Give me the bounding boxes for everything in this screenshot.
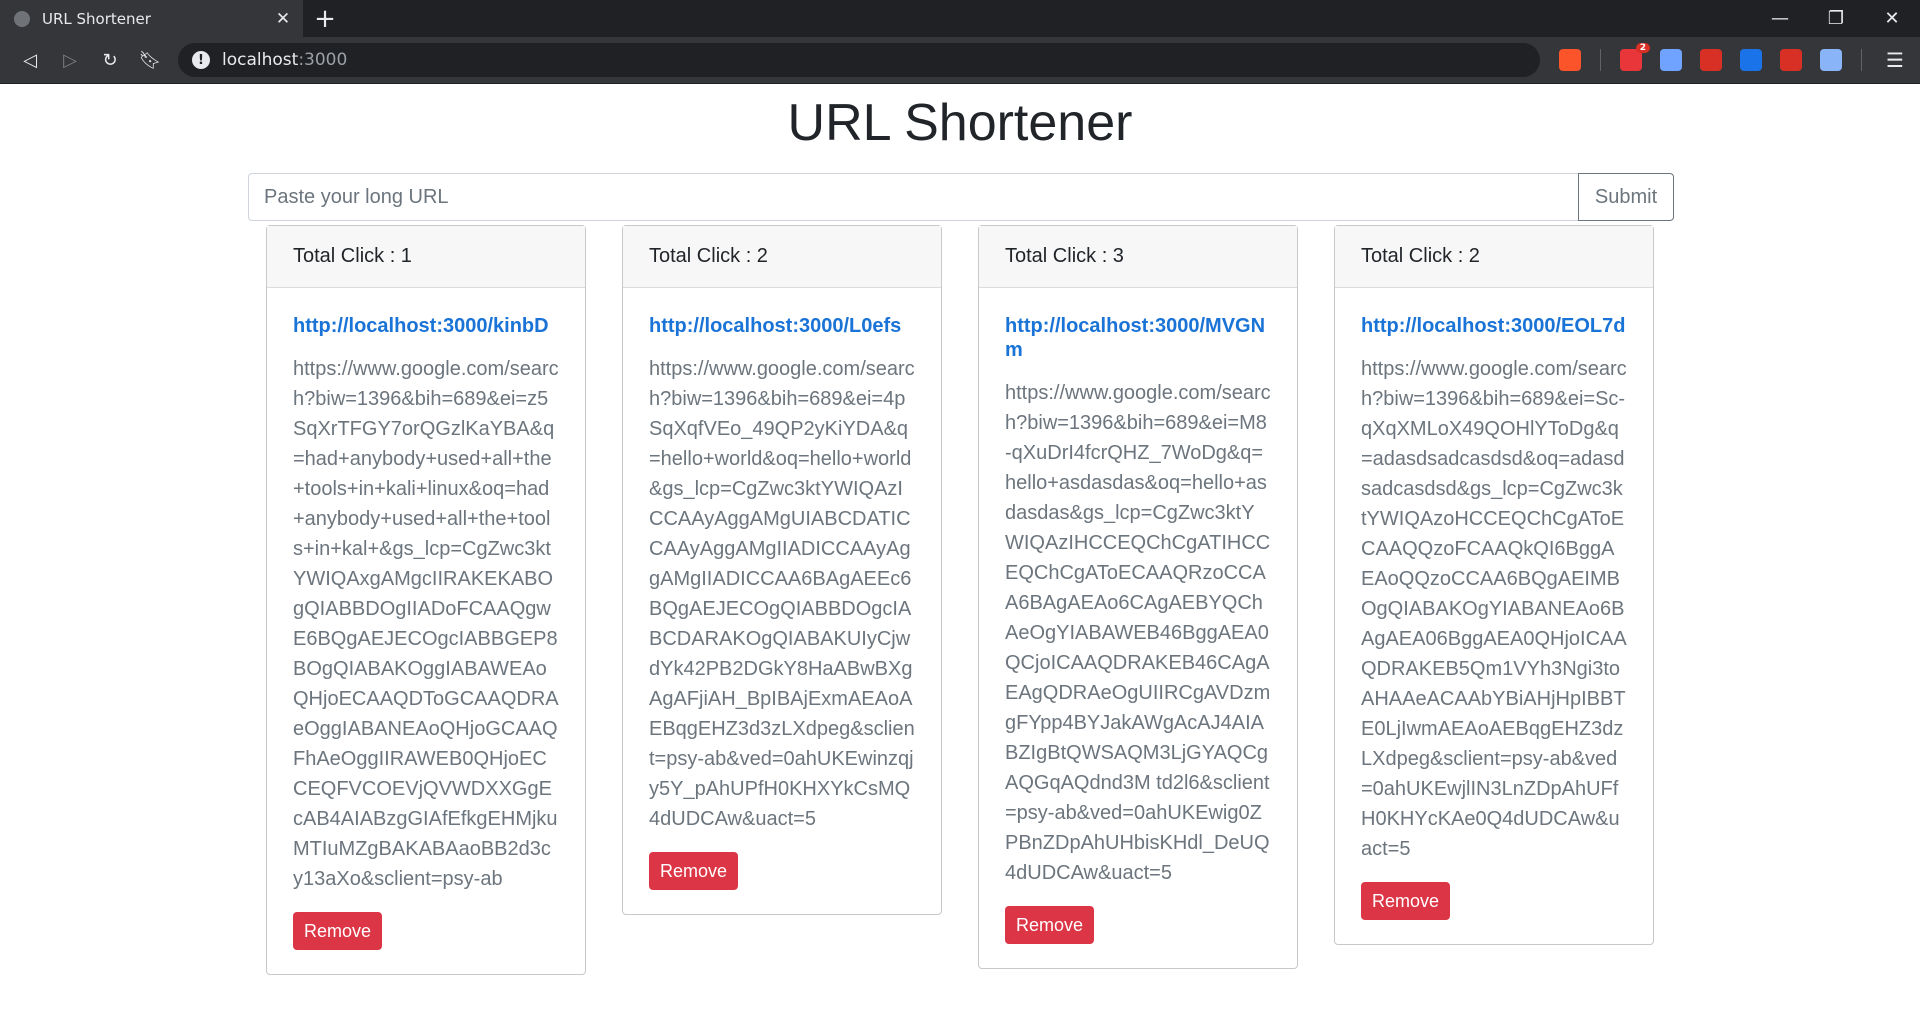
new-tab-button[interactable]: + [307, 0, 343, 37]
brave-rewards-icon[interactable]: 2 [1620, 43, 1650, 71]
info-icon[interactable]: ! [192, 51, 210, 69]
adblock-icon[interactable] [1780, 49, 1802, 71]
bookmark-icon[interactable]: 🔖︎ [130, 40, 170, 80]
short-url-link[interactable]: http://localhost:3000/EOL7d [1361, 314, 1627, 338]
remove-button[interactable]: Remove [293, 912, 383, 950]
card-body: http://localhost:3000/EOL7d https://www.… [1335, 288, 1653, 944]
window-controls: — ❐ ✕ [1752, 0, 1920, 37]
brave-icon[interactable] [1559, 49, 1581, 71]
submit-button[interactable]: Submit [1578, 173, 1674, 221]
card-body: http://localhost:3000/kinbD https://www.… [267, 288, 585, 974]
card-header: Total Click : 2 [623, 226, 941, 288]
minimize-icon[interactable]: — [1752, 0, 1808, 37]
url-card: Total Click : 3 http://localhost:3000/MV… [978, 225, 1298, 969]
browser-tabbar: URL Shortener ✕ + — ❐ ✕ [0, 0, 1920, 37]
extension-badge: 2 [1635, 43, 1650, 53]
globe-icon [14, 10, 30, 27]
menu-icon[interactable]: ☰ [1880, 45, 1910, 75]
toolbar-separator [1861, 49, 1862, 71]
address-bar[interactable]: ! localhost:3000 [178, 43, 1540, 77]
page-content: URL Shortener Submit Total Click : 1 htt… [0, 87, 1920, 1030]
short-url-link[interactable]: http://localhost:3000/kinbD [293, 314, 559, 338]
url-card: Total Click : 2 http://localhost:3000/L0… [622, 225, 942, 915]
card-header: Total Click : 3 [979, 226, 1297, 288]
forward-icon[interactable]: ▷ [50, 40, 90, 80]
s-extension-icon[interactable] [1740, 49, 1762, 71]
card-body: http://localhost:3000/L0efs https://www.… [623, 288, 941, 914]
remove-button[interactable]: Remove [649, 852, 739, 890]
tab-title: URL Shortener [42, 9, 151, 28]
browser-tab[interactable]: URL Shortener ✕ [0, 0, 303, 37]
remove-button[interactable]: Remove [1005, 906, 1095, 944]
short-url-link[interactable]: http://localhost:3000/L0efs [649, 314, 915, 338]
reload-icon[interactable]: ↻ [90, 40, 130, 80]
toolbar-separator [1600, 49, 1601, 71]
pdf-icon[interactable] [1700, 49, 1722, 71]
shorten-form: Submit [248, 173, 1674, 221]
long-url-text: https://www.google.com/search?biw=1396&b… [1361, 358, 1627, 860]
disable-icon[interactable] [1660, 49, 1682, 71]
globe-extension-icon[interactable] [1820, 49, 1842, 71]
card-header: Total Click : 1 [267, 226, 585, 288]
browser-toolbar: ◁ ▷ ↻ 🔖︎ ! localhost:3000 2 ☰ [0, 37, 1920, 84]
restore-icon[interactable]: ❐ [1808, 0, 1864, 37]
remove-button[interactable]: Remove [1361, 882, 1451, 920]
card-body: http://localhost:3000/MVGNm https://www.… [979, 288, 1297, 968]
long-url-text: https://www.google.com/search?biw=1396&b… [649, 358, 915, 830]
url-card: Total Click : 2 http://localhost:3000/EO… [1334, 225, 1654, 945]
url-card: Total Click : 1 http://localhost:3000/ki… [266, 225, 586, 975]
back-icon[interactable]: ◁ [10, 40, 50, 80]
long-url-input[interactable] [248, 173, 1578, 221]
close-tab-icon[interactable]: ✕ [273, 9, 293, 29]
short-url-link[interactable]: http://localhost:3000/MVGNm [1005, 314, 1271, 362]
long-url-text: https://www.google.com/search?biw=1396&b… [1005, 382, 1271, 884]
address-host: localhost [222, 50, 299, 70]
long-url-text: https://www.google.com/search?biw=1396&b… [293, 358, 559, 890]
close-window-icon[interactable]: ✕ [1864, 0, 1920, 37]
page-title: URL Shortener [787, 94, 1133, 152]
extensions-area: 2 [1550, 43, 1872, 71]
card-header: Total Click : 2 [1335, 226, 1653, 288]
address-port: :3000 [298, 50, 348, 70]
